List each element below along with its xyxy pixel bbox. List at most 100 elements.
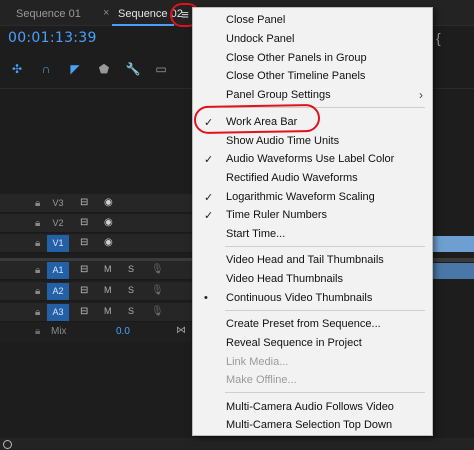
- mute-button[interactable]: M: [104, 264, 112, 274]
- menu-separator: [225, 310, 425, 311]
- lock-icon[interactable]: 🔒︎: [35, 198, 40, 209]
- mute-button[interactable]: M: [104, 285, 112, 295]
- menu-item-multi-camera-selection-top-down[interactable]: Multi-Camera Selection Top Down: [193, 416, 432, 435]
- microphone-icon[interactable]: 🎙︎: [151, 306, 164, 317]
- menu-item-make-offline: Make Offline...: [193, 371, 432, 390]
- mix-label: Mix: [51, 326, 67, 337]
- eye-icon[interactable]: ◉: [104, 197, 113, 208]
- chevron-right-icon: ›: [419, 88, 423, 102]
- captions-icon[interactable]: ▭: [152, 60, 170, 78]
- sync-lock-icon[interactable]: ⊟: [80, 197, 88, 208]
- video-clip[interactable]: [432, 236, 474, 252]
- track-name[interactable]: A2: [47, 283, 69, 300]
- menu-item-label: Logarithmic Waveform Scaling: [226, 191, 375, 203]
- menu-item-link-media: Link Media...: [193, 353, 432, 372]
- menu-item-label: Video Head Thumbnails: [226, 273, 344, 285]
- menu-item-label: Rectified Audio Waveforms: [226, 172, 358, 184]
- sync-lock-icon[interactable]: ⊟: [80, 264, 88, 275]
- checkmark-icon: ✓: [204, 154, 214, 166]
- linked-selection-icon[interactable]: ∩: [37, 60, 55, 78]
- menu-item-panel-group-settings[interactable]: Panel Group Settings ›: [193, 86, 432, 105]
- menu-item-label: Create Preset from Sequence...: [226, 318, 381, 330]
- track-header-v1[interactable]: 🔒︎ V1 ⊟ ◉: [0, 234, 200, 253]
- menu-item-multi-camera-audio-follows-video[interactable]: Multi-Camera Audio Follows Video: [193, 398, 432, 417]
- microphone-icon[interactable]: 🎙︎: [151, 285, 164, 296]
- marker-icon[interactable]: ⬟: [95, 60, 113, 78]
- menu-separator: [225, 392, 425, 393]
- sync-lock-icon[interactable]: ⊟: [80, 285, 88, 296]
- menu-item-label: Panel Group Settings: [226, 89, 331, 101]
- checkmark-icon: ✓: [204, 210, 214, 222]
- timeline-ruler-edge: {: [436, 30, 441, 46]
- mix-volume-value[interactable]: 0.0: [116, 326, 130, 337]
- menu-item-label: Audio Waveforms Use Label Color: [226, 153, 395, 165]
- menu-item-label: Video Head and Tail Thumbnails: [226, 254, 384, 266]
- menu-item-continuous-video-thumbnails[interactable]: • Continuous Video Thumbnails: [193, 289, 432, 308]
- menu-item-undock-panel[interactable]: Undock Panel: [193, 30, 432, 49]
- solo-button[interactable]: S: [128, 306, 134, 316]
- panel-menu: Close Panel Undock Panel Close Other Pan…: [192, 7, 433, 436]
- scrollbar-handle[interactable]: [3, 440, 12, 449]
- menu-item-logarithmic-waveform-scaling[interactable]: ✓ Logarithmic Waveform Scaling: [193, 188, 432, 207]
- sync-lock-icon[interactable]: ⊟: [80, 237, 88, 248]
- lock-icon[interactable]: 🔒︎: [35, 218, 40, 229]
- checkmark-icon: ✓: [204, 192, 214, 204]
- mute-button[interactable]: M: [104, 306, 112, 316]
- track-name[interactable]: V3: [47, 195, 69, 212]
- wrench-icon[interactable]: 🔧: [124, 60, 142, 78]
- menu-item-video-head-thumbnails[interactable]: Video Head Thumbnails: [193, 270, 432, 289]
- menu-item-close-other-timeline-panels[interactable]: Close Other Timeline Panels: [193, 67, 432, 86]
- menu-item-label: Multi-Camera Audio Follows Video: [226, 401, 394, 413]
- menu-item-video-head-and-tail-thumbnails[interactable]: Video Head and Tail Thumbnails: [193, 251, 432, 270]
- menu-item-label: Time Ruler Numbers: [226, 209, 328, 221]
- track-name[interactable]: V2: [47, 215, 69, 232]
- track-header-a3[interactable]: 🔒︎ A3 ⊟ M S 🎙︎: [0, 303, 200, 322]
- menu-item-label: Close Other Panels in Group: [226, 52, 367, 64]
- solo-button[interactable]: S: [128, 264, 134, 274]
- track-name[interactable]: A3: [47, 304, 69, 321]
- track-name[interactable]: A1: [47, 262, 69, 279]
- solo-button[interactable]: S: [128, 285, 134, 295]
- lock-icon: 🔒︎: [35, 326, 41, 337]
- menu-item-label: Continuous Video Thumbnails: [226, 292, 373, 304]
- tab-sequence-01[interactable]: Sequence 01: [16, 8, 81, 20]
- audio-clip[interactable]: [432, 263, 474, 279]
- menu-item-start-time[interactable]: Start Time...: [193, 225, 432, 244]
- horizontal-scrollbar[interactable]: [0, 438, 474, 450]
- menu-item-audio-waveforms-use-label-color[interactable]: ✓ Audio Waveforms Use Label Color: [193, 150, 432, 169]
- radio-dot-icon: •: [204, 292, 208, 304]
- eye-icon[interactable]: ◉: [104, 217, 113, 228]
- menu-item-close-other-panels-in-group[interactable]: Close Other Panels in Group: [193, 49, 432, 68]
- sync-lock-icon[interactable]: ⊟: [80, 306, 88, 317]
- sync-lock-icon[interactable]: ⊟: [80, 217, 88, 228]
- track-header-v3[interactable]: 🔒︎ V3 ⊟ ◉: [0, 194, 200, 213]
- microphone-icon[interactable]: 🎙︎: [151, 264, 164, 275]
- track-name[interactable]: V1: [47, 235, 69, 252]
- menu-item-label: Make Offline...: [226, 374, 297, 386]
- track-header-v2[interactable]: 🔒︎ V2 ⊟ ◉: [0, 214, 200, 233]
- menu-item-close-panel[interactable]: Close Panel: [193, 11, 432, 30]
- menu-item-label: Reveal Sequence in Project: [226, 337, 362, 349]
- menu-item-time-ruler-numbers[interactable]: ✓ Time Ruler Numbers: [193, 206, 432, 225]
- active-tab-indicator: [112, 24, 174, 26]
- menu-item-show-audio-time-units[interactable]: Show Audio Time Units: [193, 132, 432, 151]
- bowtie-icon[interactable]: ⋈: [176, 325, 186, 336]
- lock-icon[interactable]: 🔒︎: [35, 265, 40, 276]
- track-header-a1[interactable]: 🔒︎ A1 ⊟ M S 🎙︎: [0, 261, 200, 280]
- menu-item-reveal-sequence-in-project[interactable]: Reveal Sequence in Project: [193, 334, 432, 353]
- menu-item-label: Multi-Camera Selection Top Down: [226, 419, 393, 431]
- lock-icon[interactable]: 🔒︎: [35, 238, 40, 249]
- menu-item-rectified-audio-waveforms[interactable]: Rectified Audio Waveforms: [193, 169, 432, 188]
- lock-icon[interactable]: 🔒︎: [35, 286, 40, 297]
- menu-item-label: Show Audio Time Units: [226, 135, 340, 147]
- annotation-circle-work-area-bar: [193, 103, 321, 135]
- lock-icon[interactable]: 🔒︎: [35, 307, 40, 318]
- snap-icon[interactable]: ✣: [8, 60, 26, 78]
- menu-separator: [225, 246, 425, 247]
- add-marker-icon[interactable]: ◤: [66, 60, 84, 78]
- playhead-timecode[interactable]: 00:01:13:39: [8, 30, 97, 46]
- eye-icon[interactable]: ◉: [104, 237, 113, 248]
- track-header-a2[interactable]: 🔒︎ A2 ⊟ M S 🎙︎: [0, 282, 200, 301]
- close-tab-button[interactable]: ×: [103, 7, 109, 19]
- menu-item-create-preset-from-sequence[interactable]: Create Preset from Sequence...: [193, 315, 432, 334]
